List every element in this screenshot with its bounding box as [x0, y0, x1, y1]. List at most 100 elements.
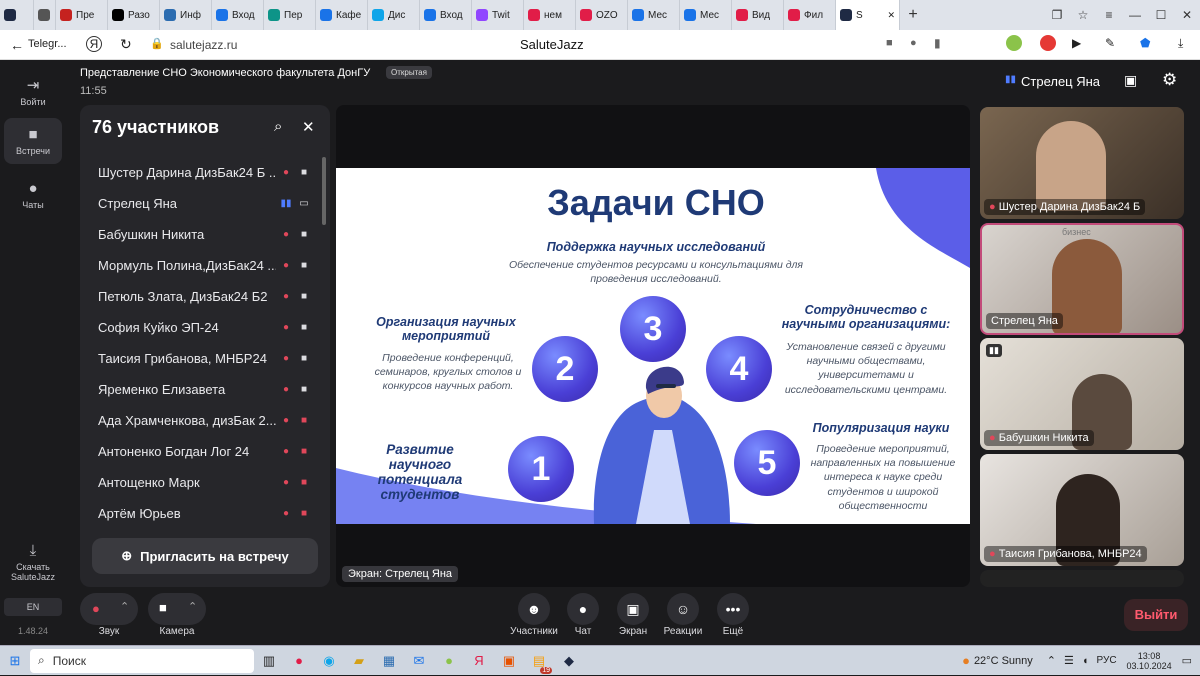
explorer-icon[interactable]: ▰: [344, 646, 374, 676]
browser-tab[interactable]: Twit: [472, 0, 524, 30]
extension-icon[interactable]: ⬟: [1140, 36, 1150, 50]
chat-button[interactable]: ●: [567, 593, 599, 625]
browser-tab[interactable]: Пре: [56, 0, 108, 30]
bookmark-icon[interactable]: ☆: [1070, 0, 1096, 30]
task-view-icon[interactable]: ▥: [254, 646, 284, 676]
notifications-icon[interactable]: ▭: [1182, 654, 1192, 667]
participant-row[interactable]: София Куйко ЭП-24 ● ■: [80, 312, 330, 343]
rail-meetings[interactable]: ■ Встречи: [4, 118, 62, 164]
rail-download[interactable]: ⤓ Скачать SaluteJazz: [4, 542, 62, 582]
participant-row[interactable]: Шустер Дарина ДизБак24 Б ... ● ■: [80, 157, 330, 188]
participant-row[interactable]: Ада Храмченкова, дизБак 2... ● ■: [80, 405, 330, 436]
camera-toggle[interactable]: ■ ⌃: [148, 593, 206, 625]
search-icon[interactable]: ⌕: [274, 118, 282, 135]
windows-start-icon[interactable]: ⊞: [0, 646, 30, 676]
browser-tab[interactable]: Мес: [680, 0, 732, 30]
browser-tab[interactable]: Кафе: [316, 0, 368, 30]
participant-row[interactable]: Бабушкин Никита ● ■: [80, 219, 330, 250]
chevron-up-icon[interactable]: ⌃: [120, 600, 129, 613]
participant-row[interactable]: Антощенко Марк ● ■: [80, 467, 330, 498]
yandex-icon[interactable]: Я: [86, 36, 102, 52]
back-arrow-icon[interactable]: ←: [10, 37, 24, 53]
leave-button[interactable]: Выйти: [1124, 599, 1188, 631]
mic-permission-icon[interactable]: ●: [910, 37, 917, 49]
url-field[interactable]: salutejazz.ru: [170, 38, 237, 52]
reload-icon[interactable]: ↻: [120, 36, 132, 53]
participant-row[interactable]: Артём Юрьев ● ■: [80, 498, 330, 529]
video-tile[interactable]: ● Таисия Грибанова, МНБР24: [980, 454, 1184, 566]
language-button[interactable]: EN: [4, 598, 62, 616]
app-icon[interactable]: ◆: [554, 646, 584, 676]
browser-tab[interactable]: Пер: [264, 0, 316, 30]
close-window-button[interactable]: ✕: [1174, 0, 1200, 30]
participant-row[interactable]: Мормуль Полина,ДизБак24 ... ● ■: [80, 250, 330, 281]
browser-tab[interactable]: Дис: [368, 0, 420, 30]
minimize-button[interactable]: —: [1122, 0, 1148, 30]
participant-row[interactable]: Петюль Злата, ДизБак24 Б2 ● ■: [80, 281, 330, 312]
video-tile[interactable]: ● Шустер Дарина ДизБак24 Б: [980, 107, 1184, 219]
chevron-up-icon[interactable]: ⌃: [188, 600, 197, 613]
tray-icon[interactable]: ⌃: [1047, 654, 1056, 667]
browser-tab[interactable]: S ✕: [836, 0, 900, 30]
participant-row[interactable]: Яременко Елизавета ● ■: [80, 374, 330, 405]
browser-tab[interactable]: Мес: [628, 0, 680, 30]
browser-tab[interactable]: Вход: [212, 0, 264, 30]
clock[interactable]: 13:08 03.10.2024: [1127, 651, 1172, 671]
menu-icon[interactable]: ≡: [1096, 0, 1122, 30]
volume-icon[interactable]: ◖: [1082, 655, 1089, 667]
play-icon[interactable]: ▶: [1072, 36, 1081, 50]
app-icon[interactable]: ▣: [494, 646, 524, 676]
weather-text[interactable]: 22°C Sunny: [974, 655, 1033, 667]
more-button[interactable]: •••: [717, 593, 749, 625]
browser-tab[interactable]: Разо: [108, 0, 160, 30]
close-tab-icon[interactable]: ✕: [887, 10, 895, 21]
network-icon[interactable]: ☰: [1064, 654, 1074, 667]
video-tile[interactable]: ▮▮ ● Бабушкин Никита: [980, 338, 1184, 450]
mail-icon[interactable]: ✉: [404, 646, 434, 676]
language-indicator[interactable]: РУС: [1097, 655, 1117, 666]
yandex-browser-icon[interactable]: ●: [284, 646, 314, 676]
extension-icon[interactable]: [1040, 35, 1056, 51]
screen-share-button[interactable]: ▣: [617, 593, 649, 625]
browser-tab[interactable]: Вид: [732, 0, 784, 30]
browser-tab[interactable]: OZO: [576, 0, 628, 30]
tab-label: S: [856, 9, 863, 21]
bookmark-page-icon[interactable]: ▮: [934, 36, 941, 50]
back-tab-label[interactable]: Telegr...: [28, 38, 67, 50]
notes-icon[interactable]: ▤ 19: [524, 646, 554, 676]
maximize-button[interactable]: ☐: [1148, 0, 1174, 30]
video-tile-partial[interactable]: [980, 570, 1184, 587]
rail-chats[interactable]: ● Чаты: [4, 180, 62, 210]
collections-icon[interactable]: ❐: [1044, 0, 1070, 30]
reactions-button[interactable]: ☺: [667, 593, 699, 625]
rail-login[interactable]: ⇥ Войти: [4, 76, 62, 107]
browser-tab[interactable]: [34, 0, 56, 30]
store-icon[interactable]: ▦: [374, 646, 404, 676]
app-icon[interactable]: ●: [434, 646, 464, 676]
layout-icon[interactable]: ▣: [1124, 72, 1137, 89]
browser-tab[interactable]: нем: [524, 0, 576, 30]
taskbar-search[interactable]: ⌕ Поиск: [30, 648, 254, 673]
participants-button[interactable]: ☻: [518, 593, 550, 625]
extension-icon[interactable]: [1006, 35, 1022, 51]
browser-tab[interactable]: Фил: [784, 0, 836, 30]
participant-row[interactable]: Антоненко Богдан Лог 24 ● ■: [80, 436, 330, 467]
invite-button[interactable]: ⊕ Пригласить на встречу: [92, 538, 318, 574]
browser-tab[interactable]: Вход: [420, 0, 472, 30]
new-tab-button[interactable]: +: [900, 0, 926, 30]
scrollbar[interactable]: [322, 157, 326, 225]
slide-title: Задачи СНО: [547, 182, 765, 223]
close-icon[interactable]: ✕: [302, 118, 315, 136]
participant-row[interactable]: Стрелец Яна ▮▮ ▭: [80, 188, 330, 219]
browser-tab[interactable]: Инф: [160, 0, 212, 30]
video-tile[interactable]: бизнес Стрелец Яна: [980, 223, 1184, 335]
participant-row[interactable]: Таисия Грибанова, МНБР24 ● ■: [80, 343, 330, 374]
mic-toggle[interactable]: ● ⌃: [80, 593, 138, 625]
browser-tab[interactable]: [0, 0, 34, 30]
settings-icon[interactable]: ⚙: [1162, 70, 1177, 90]
edge-icon[interactable]: ◉: [314, 646, 344, 676]
download-icon[interactable]: ⤓: [1178, 36, 1183, 51]
extension-icon[interactable]: ✎: [1105, 36, 1115, 50]
camera-permission-icon[interactable]: ■: [886, 37, 893, 49]
yandex-icon[interactable]: Я: [464, 646, 494, 676]
